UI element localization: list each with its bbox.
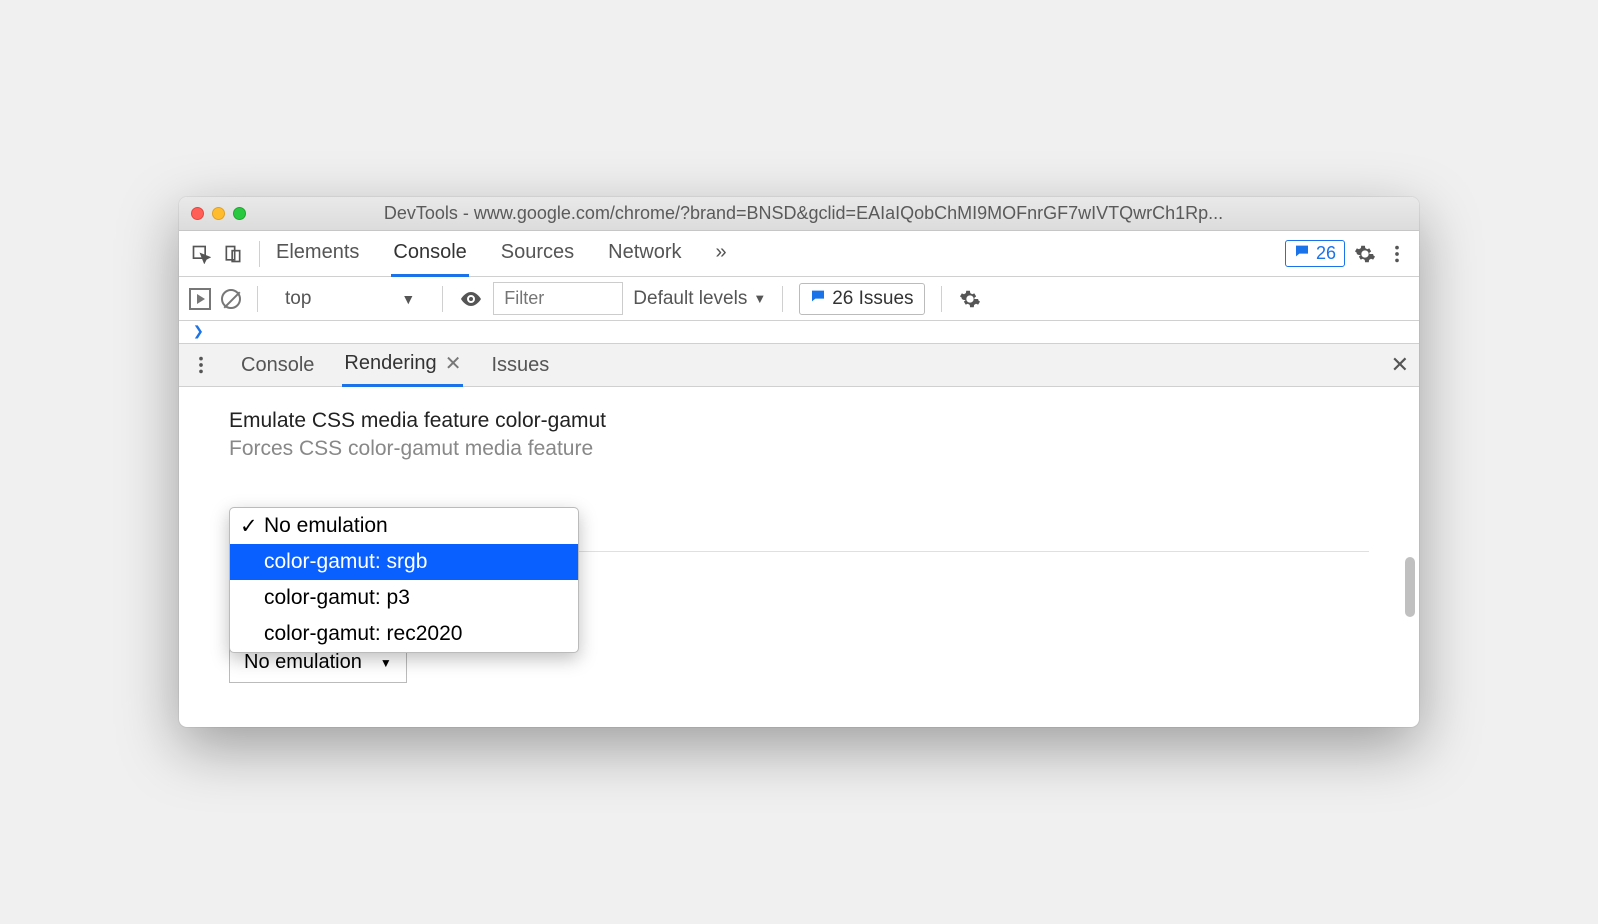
scrollbar-thumb[interactable] (1405, 557, 1415, 617)
issues-count: 26 (1316, 243, 1336, 264)
close-tab-icon[interactable]: ✕ (445, 351, 462, 376)
console-divider-3 (782, 286, 783, 312)
main-toolbar: Elements Console Sources Network » 26 (179, 231, 1419, 277)
levels-label: Default levels (633, 288, 747, 310)
drawer-tab-console[interactable]: Console (239, 346, 316, 385)
console-divider (257, 286, 258, 312)
dropdown-option-no-emulation[interactable]: No emulation (230, 508, 578, 544)
tab-overflow[interactable]: » (714, 231, 729, 277)
clear-console-icon[interactable] (221, 289, 241, 309)
chevron-down-icon: ▼ (380, 656, 392, 670)
tab-network[interactable]: Network (606, 231, 683, 277)
titlebar: DevTools - www.google.com/chrome/?brand=… (179, 197, 1419, 231)
console-divider-2 (442, 286, 443, 312)
tab-console[interactable]: Console (391, 231, 468, 277)
console-prompt[interactable]: ❯ (179, 321, 1419, 343)
drawer-toolbar: Console Rendering ✕ Issues ✕ (179, 343, 1419, 387)
close-drawer-icon[interactable]: ✕ (1391, 352, 1409, 378)
dropdown-option-rec2020[interactable]: color-gamut: rec2020 (230, 616, 578, 652)
color-gamut-dropdown: No emulation color-gamut: srgb color-gam… (229, 507, 579, 653)
filter-input[interactable] (493, 282, 623, 315)
setting-title: Emulate CSS media feature color-gamut (229, 409, 1369, 433)
settings-icon[interactable] (1353, 242, 1377, 266)
rendering-panel: Emulate CSS media feature color-gamut Fo… (179, 387, 1419, 727)
console-toolbar: top ▼ Default levels ▼ 26 Issues (179, 277, 1419, 321)
drawer-tab-issues[interactable]: Issues (489, 346, 551, 385)
panel-tabs: Elements Console Sources Network » (274, 231, 729, 277)
drawer-menu-icon[interactable] (189, 353, 213, 377)
dropdown-option-srgb[interactable]: color-gamut: srgb (230, 544, 578, 580)
tab-sources[interactable]: Sources (499, 231, 576, 277)
device-toggle-icon[interactable] (221, 242, 245, 266)
window-title: DevTools - www.google.com/chrome/?brand=… (260, 203, 1407, 224)
inspect-element-icon[interactable] (189, 242, 213, 266)
issues-label: 26 Issues (832, 288, 913, 310)
execution-context-icon[interactable] (189, 288, 211, 310)
message-icon (1294, 243, 1310, 264)
traffic-lights (191, 207, 246, 220)
issues-button[interactable]: 26 Issues (799, 283, 924, 315)
setting-description: Forces CSS color-gamut media feature (229, 437, 1369, 461)
chevron-down-icon: ▼ (401, 291, 415, 307)
drawer-tab-label: Issues (491, 354, 549, 377)
drawer-tab-rendering[interactable]: Rendering ✕ (342, 343, 463, 387)
tab-elements[interactable]: Elements (274, 231, 361, 277)
minimize-window-button[interactable] (212, 207, 225, 220)
context-selector[interactable]: top ▼ (274, 283, 426, 315)
console-settings-icon[interactable] (958, 287, 982, 311)
console-divider-4 (941, 286, 942, 312)
toolbar-divider (259, 241, 260, 267)
message-icon (810, 288, 826, 310)
zoom-window-button[interactable] (233, 207, 246, 220)
drawer-tab-label: Console (241, 354, 314, 377)
devtools-window: DevTools - www.google.com/chrome/?brand=… (179, 197, 1419, 727)
close-window-button[interactable] (191, 207, 204, 220)
live-expression-icon[interactable] (459, 287, 483, 311)
drawer-tab-label: Rendering (344, 352, 436, 375)
select-value: No emulation (244, 651, 362, 674)
chevron-down-icon: ▼ (753, 291, 766, 306)
dropdown-option-p3[interactable]: color-gamut: p3 (230, 580, 578, 616)
context-value: top (285, 288, 311, 310)
more-menu-icon[interactable] (1385, 242, 1409, 266)
issues-badge[interactable]: 26 (1285, 240, 1345, 267)
log-levels-selector[interactable]: Default levels ▼ (633, 288, 766, 310)
